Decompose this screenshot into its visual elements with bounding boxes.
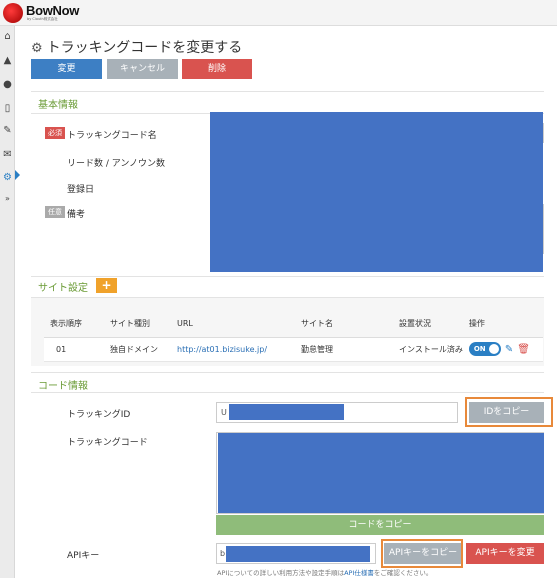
page-title-text: トラッキングコードを変更する (46, 40, 243, 56)
add-site-button[interactable]: + (96, 278, 117, 293)
change-button[interactable]: 変更 (31, 59, 102, 79)
gear-title-icon: ⚙ (31, 41, 43, 56)
redacted-id (229, 404, 344, 420)
site-order: 01 (44, 337, 104, 362)
copy-code-button[interactable]: コードをコピー (216, 515, 544, 535)
optional-badge: 任意 (45, 206, 65, 218)
leads-label: リード数 / アンノウン数 (67, 159, 165, 169)
pencil-icon[interactable]: ✎ (505, 344, 513, 355)
logo-icon (3, 3, 23, 23)
copy-api-highlight (381, 539, 463, 568)
gear-icon[interactable]: ⚙ (1, 171, 14, 184)
tracking-id-label: トラッキングID (67, 410, 131, 420)
site-settings-title: サイト設定 (38, 283, 88, 294)
divider (31, 91, 544, 92)
col-ops: 操作 (462, 311, 543, 338)
registered-label: 登録日 (67, 185, 95, 195)
edit-icon[interactable]: ✎ (1, 124, 14, 137)
tracking-code-label: トラッキングコード (67, 438, 148, 448)
user-icon[interactable]: ● (1, 78, 14, 91)
site-name: 勤怠管理 (295, 337, 393, 362)
chart-icon[interactable]: ▲ (1, 54, 14, 67)
footnote-text-before: APIについての詳しい利用方法や設定手順は (217, 569, 345, 577)
required-badge: 必須 (45, 127, 65, 139)
redacted-area (210, 112, 543, 272)
redacted-api-key (226, 546, 370, 562)
col-type: サイト種別 (104, 311, 171, 338)
api-spec-link[interactable]: API仕様書 (344, 569, 374, 577)
divider (31, 276, 544, 277)
col-url: URL (171, 311, 295, 338)
table-header: 表示順序 サイト種別 URL サイト名 設置状況 操作 (44, 311, 543, 338)
mobile-icon[interactable]: ▯ (1, 102, 14, 115)
footnote-text-after: をご確認ください。 (373, 569, 433, 577)
trash-icon[interactable]: 🗑 (517, 344, 530, 355)
table-row: 01 独自ドメイン http://at01.bizisuke.jp/ 勤怠管理 … (44, 337, 543, 362)
delete-button[interactable]: 削除 (182, 59, 252, 79)
basic-info-title: 基本情報 (38, 100, 78, 111)
divider (31, 372, 544, 373)
site-url-link[interactable]: http://at01.bizisuke.jp/ (171, 337, 295, 362)
brand-name: BowNow (26, 3, 80, 18)
code-info-title: コード情報 (38, 381, 88, 392)
api-footnote: APIについての詳しい利用方法や設定手順はAPI仕様書をご確認ください。 (217, 567, 432, 577)
top-bar: BowNow by Clouth株式会社 (0, 0, 557, 26)
redacted-code (218, 433, 544, 513)
site-type: 独自ドメイン (104, 337, 171, 362)
note-label: 備考 (67, 210, 86, 220)
cancel-button[interactable]: キャンセル (107, 59, 178, 79)
site-table: 表示順序 サイト種別 URL サイト名 設置状況 操作 01 独自ドメイン ht… (44, 311, 543, 362)
tracking-id-prefix: U (221, 408, 227, 417)
api-key-label: APIキー (67, 551, 100, 561)
divider (31, 392, 544, 393)
col-name: サイト名 (295, 311, 393, 338)
site-status: インストール済み (393, 337, 463, 362)
col-status: 設置状況 (393, 311, 463, 338)
change-api-key-button[interactable]: APIキーを変更 (466, 543, 544, 564)
mail-icon[interactable]: ✉ (1, 148, 14, 161)
page-title: ⚙ トラッキングコードを変更する (31, 37, 242, 57)
brand-sub: by Clouth株式会社 (27, 17, 58, 21)
active-pointer-icon (15, 170, 20, 180)
site-ops: ON ✎ 🗑 (462, 337, 543, 362)
api-key-prefix: b (220, 549, 226, 558)
site-toggle[interactable]: ON (468, 342, 501, 356)
sidebar: ⌂ ▲ ● ▯ ✎ ✉ ⚙ » (0, 26, 15, 578)
copy-id-highlight (465, 397, 553, 427)
col-order: 表示順序 (44, 311, 104, 338)
expand-icon[interactable]: » (1, 192, 14, 205)
name-label: トラッキングコード名 (67, 131, 157, 141)
home-icon[interactable]: ⌂ (1, 30, 14, 43)
